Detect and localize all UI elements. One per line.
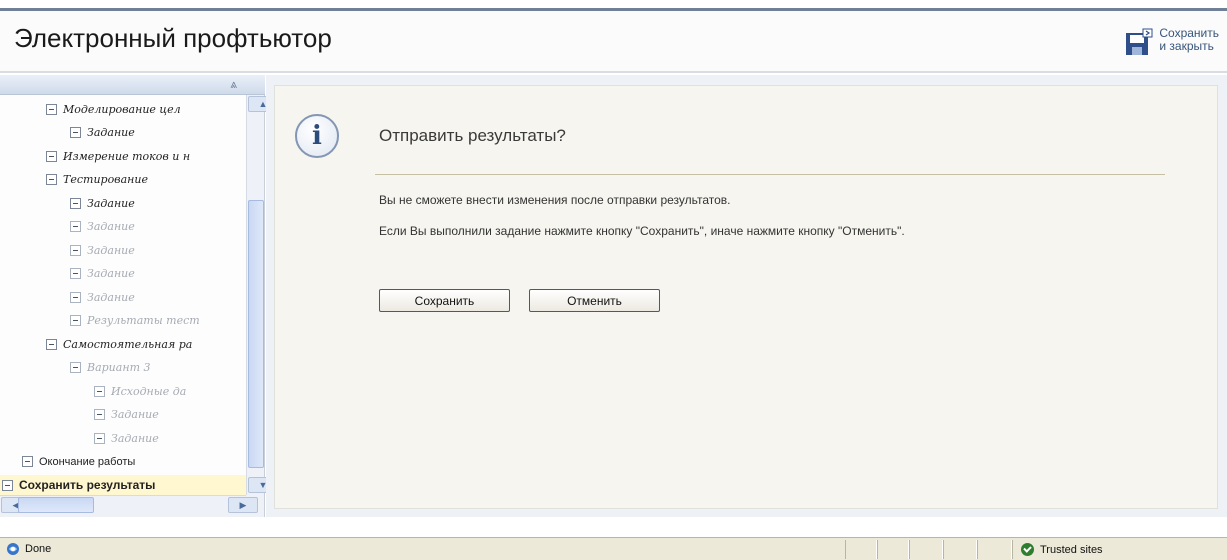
tree-item-label: Результаты тест [87,314,200,327]
tree-node-toggle-icon[interactable] [46,338,57,350]
dialog-divider [375,174,1165,175]
tree-node-toggle-icon[interactable] [46,174,57,185]
tree-item-label: Задание [111,408,159,421]
tree-item-label: Задание [87,267,135,280]
tree-item-label: Задание [87,243,135,257]
info-icon: i [295,114,339,158]
double-chevron-up-icon[interactable]: ⩓ [230,77,237,92]
tree-item-label: Тестирование [63,173,148,186]
tree-item-label: Задание [87,126,135,139]
tree-node-toggle-icon[interactable] [70,197,81,209]
save-button[interactable]: Сохранить [379,289,510,312]
tree-item[interactable]: Исходные да [0,381,246,401]
tree-node-toggle-icon[interactable] [46,103,57,115]
tree-node-toggle-icon[interactable] [70,127,81,138]
dialog-buttons: Сохранить Отменить [379,289,660,312]
save-and-close-button[interactable]: Сохранить и закрыть [1123,23,1219,63]
status-cell [877,540,909,559]
tree-node-toggle-icon[interactable] [22,456,33,467]
sidebar: ⩓ Моделирование цел Задание Измерение токо… [0,75,278,517]
page-done-icon [7,543,19,555]
save-and-close-label: Сохранить и закрыть [1159,27,1219,53]
dialog-title: Отправить результаты? [379,126,566,145]
security-zone[interactable]: Trusted sites [1012,540,1227,559]
app-window: Электронный профтьютор Сохранить и закры… [0,0,1227,560]
tree-node-toggle-icon[interactable] [70,315,81,326]
tree-node-toggle-icon[interactable] [70,291,81,303]
tree-item[interactable]: Задание [0,287,246,307]
tree-node-toggle-icon[interactable] [2,479,13,491]
app-title: Электронный профтьютор [14,23,332,53]
submit-dialog: i Отправить результаты? Вы не сможете вн… [274,85,1218,509]
tree-item-label: Задание [87,290,135,304]
tree-node-toggle-icon[interactable] [70,268,81,279]
tree-item-label: Самостоятельная ра [63,337,193,351]
tree-item-label: Задание [87,196,135,210]
status-cell [977,540,1012,559]
vertical-scroll-thumb[interactable] [248,200,264,468]
tree-item-label: Измерение токов и н [63,149,191,163]
cancel-button[interactable]: Отменить [529,289,660,312]
tree-node-toggle-icon[interactable] [70,221,81,232]
scroll-right-arrow-icon[interactable]: ▶ [228,497,258,513]
tree-item[interactable]: Задание [0,217,246,237]
tree-item-label: Окончание работы [39,455,136,468]
trusted-check-icon [1021,543,1034,556]
main-content: i Отправить результаты? Вы не сможете вн… [266,75,1227,517]
tree-item[interactable]: Задание [0,193,246,213]
tree-item[interactable]: Моделирование цел [0,99,246,119]
floppy-disk-icon [1126,28,1153,55]
tree-item-label: Задание [111,431,159,445]
tree-node-toggle-icon[interactable] [70,244,81,256]
tree-item[interactable]: Измерение токов и н [0,146,246,166]
tree-item-label: Задание [87,220,135,233]
tree-item-label: Моделирование цел [63,102,181,116]
tree-horizontal-scrollbar[interactable]: ◀ ▶ [0,495,258,513]
dialog-message-warning: Вы не сможете внести изменения после отп… [379,193,731,207]
horizontal-scroll-thumb[interactable] [18,497,94,513]
security-zone-label: Trusted sites [1040,543,1103,556]
tree-node-toggle-icon[interactable] [70,362,81,373]
header: Электронный профтьютор Сохранить и закры… [0,11,1227,73]
tree-item[interactable]: Задание [0,428,246,448]
tree-item-label: Исходные да [111,384,187,398]
tree-item[interactable]: Задание [0,264,246,284]
tree-item[interactable]: Задание [0,240,246,260]
dialog-message-instructions: Если Вы выполнили задание нажмите кнопку… [379,224,905,238]
status-cell [943,540,977,559]
save-and-close-line2: и закрыть [1159,39,1214,53]
status-text: Done [25,543,52,555]
tree-item[interactable]: Результаты тест [0,311,246,331]
status-cell [909,540,943,559]
status-cell [845,540,877,559]
course-tree: Моделирование цел Задание Измерение токов … [0,95,246,495]
status-bar: Done Trusted sites [0,537,1227,560]
tree-item[interactable]: Задание [0,123,246,143]
tree-item[interactable]: Окончание работы [0,452,246,472]
tree-item[interactable]: Самостоятельная ра [0,334,246,354]
sidebar-collapse-bar[interactable]: ⩓ [0,75,265,95]
tree-item[interactable]: Задание [0,405,246,425]
tree-item[interactable]: Тестирование [0,170,246,190]
tree-node-toggle-icon[interactable] [94,385,105,397]
tree-node-toggle-icon[interactable] [94,432,105,444]
tree-item-label: Вариант 3 [87,361,151,374]
tree-node-toggle-icon[interactable] [46,150,57,162]
tree-item-label: Сохранить результаты [19,478,156,492]
tree-item[interactable]: Сохранить результаты [0,475,246,495]
tree-node-toggle-icon[interactable] [94,409,105,420]
tree-vertical-scrollbar[interactable]: ▲ ▼ [246,95,278,495]
tree-item[interactable]: Вариант 3 [0,358,246,378]
